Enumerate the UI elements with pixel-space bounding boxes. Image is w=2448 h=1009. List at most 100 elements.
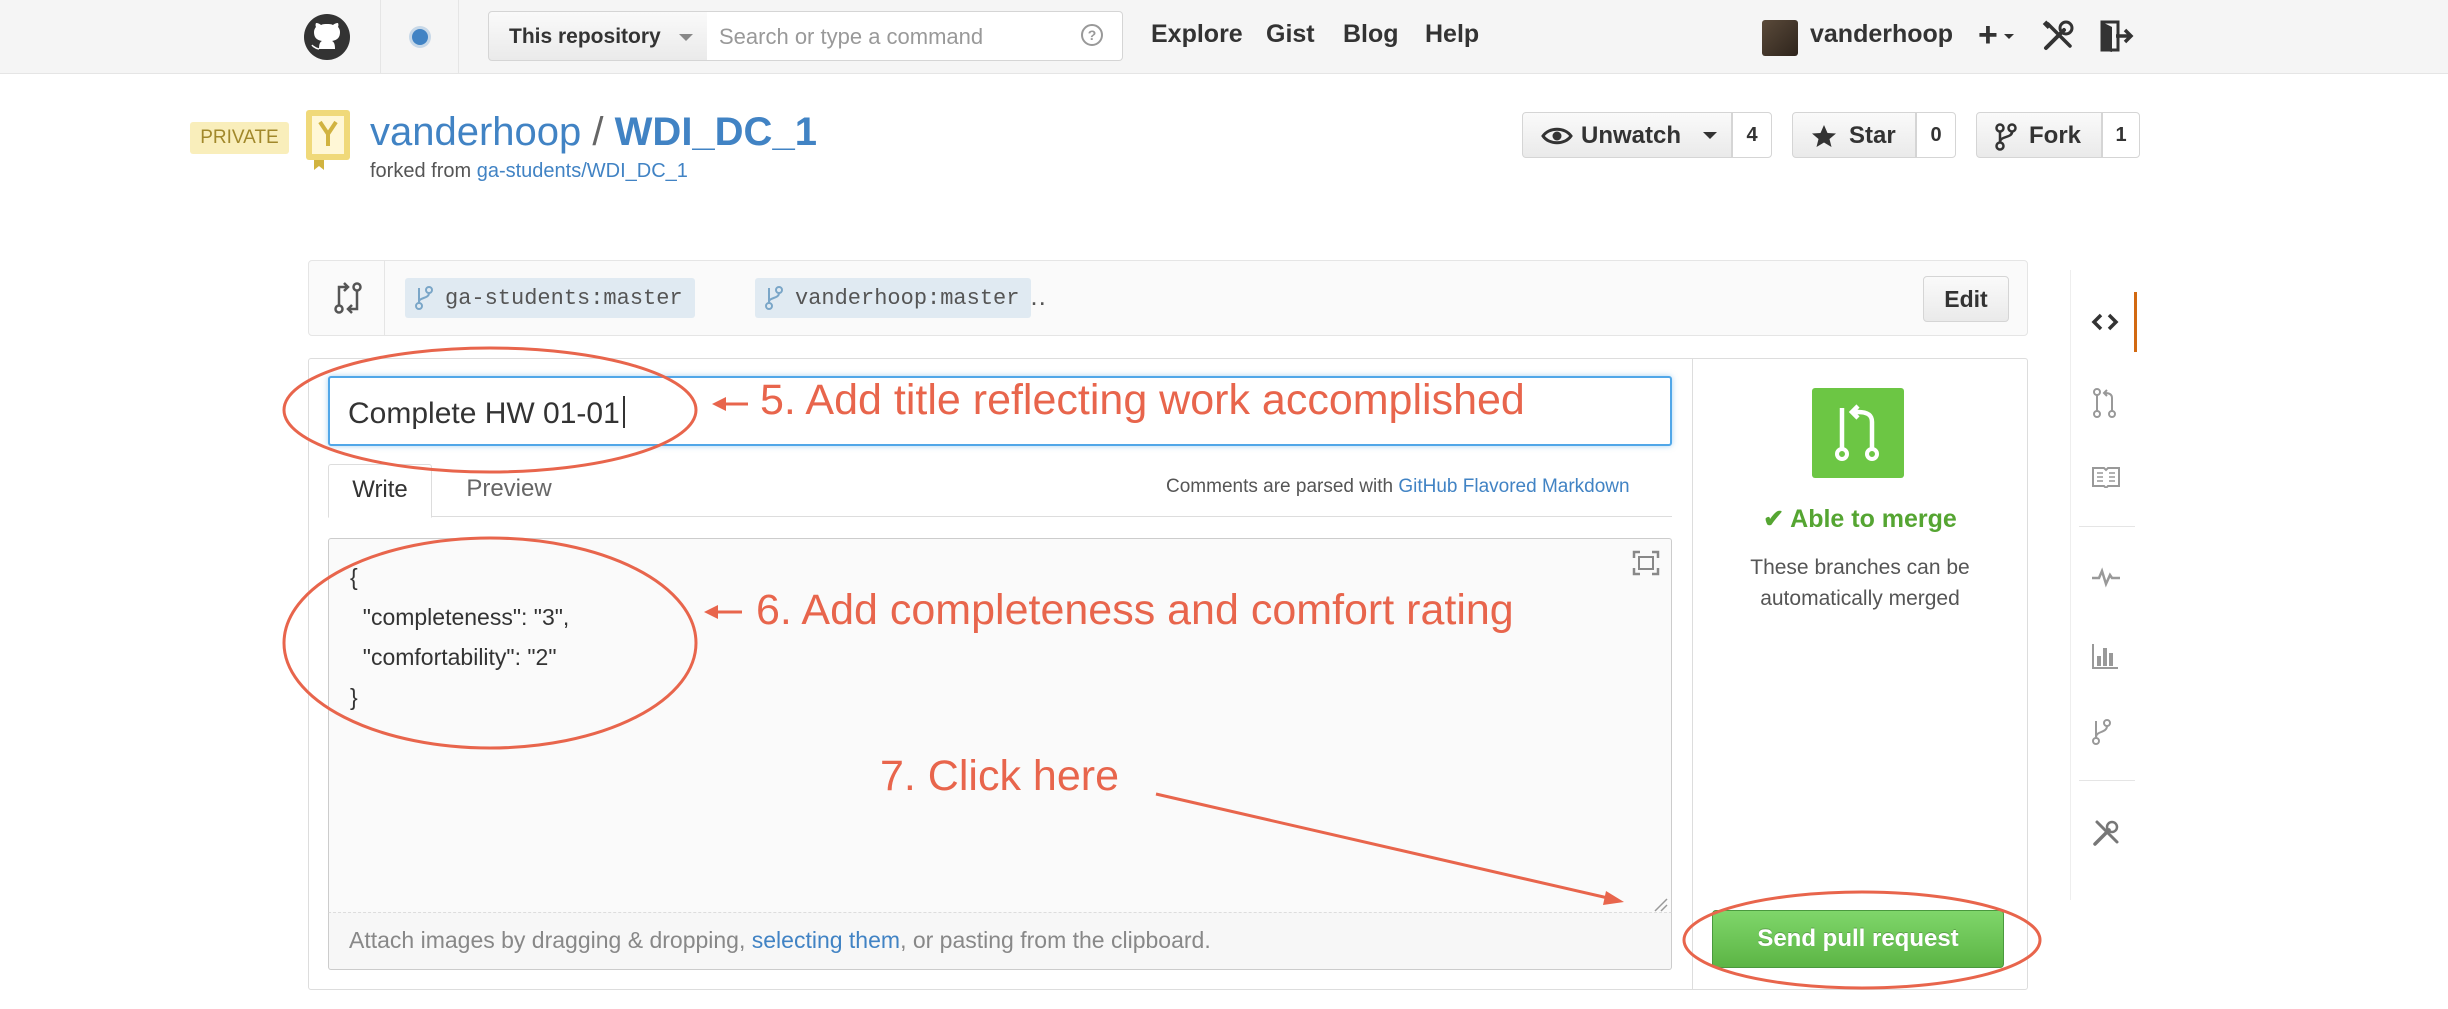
markdown-note-prefix: Comments are parsed with bbox=[1166, 476, 1399, 497]
sidebar-divider bbox=[2079, 780, 2135, 781]
compare-bar: ga-students:master … vanderhoop:master E… bbox=[308, 260, 2028, 336]
annotation-step6: 6. Add completeness and comfort rating bbox=[756, 586, 1514, 634]
repo-forked-icon bbox=[306, 110, 350, 170]
pr-body-line: "completeness": "3", bbox=[350, 604, 570, 630]
page: This repository Search or type a command… bbox=[0, 0, 2448, 1009]
merge-desc-line: These branches can be bbox=[1750, 556, 1970, 579]
fork-button[interactable]: Fork bbox=[1976, 112, 2102, 158]
sidebar-item-settings[interactable] bbox=[2071, 800, 2137, 860]
settings-icon bbox=[2093, 820, 2119, 846]
merge-description: These branches can be automatically merg… bbox=[1692, 552, 2028, 614]
nav-blog[interactable]: Blog bbox=[1343, 20, 1399, 49]
repo-owner-link[interactable]: vanderhoop bbox=[370, 110, 581, 154]
fork-count[interactable]: 1 bbox=[2102, 112, 2140, 158]
nav-gist[interactable]: Gist bbox=[1266, 20, 1315, 49]
attach-prefix: Attach images by dragging & dropping, bbox=[349, 927, 752, 953]
send-pull-request-button[interactable]: Send pull request bbox=[1712, 910, 2004, 968]
merge-status: ✔ Able to merge bbox=[1692, 504, 2028, 534]
branch-icon bbox=[415, 286, 433, 310]
sidebar-item-pulse[interactable] bbox=[2071, 548, 2137, 608]
nav-explore[interactable]: Explore bbox=[1151, 20, 1243, 49]
sidebar-item-network[interactable] bbox=[2071, 700, 2137, 760]
tab-write[interactable]: Write bbox=[328, 464, 432, 518]
code-icon bbox=[2091, 313, 2119, 331]
repo-sidebar bbox=[2070, 270, 2137, 900]
sidebar-item-wiki[interactable] bbox=[2071, 448, 2137, 508]
forked-from-prefix: forked from bbox=[370, 160, 477, 182]
nav-help[interactable]: Help bbox=[1425, 20, 1479, 49]
star-count[interactable]: 0 bbox=[1916, 112, 1956, 158]
github-logo-icon[interactable] bbox=[302, 12, 352, 62]
wiki-icon bbox=[2092, 467, 2120, 488]
annotation-step5: 5. Add title reflecting work accomplishe… bbox=[760, 376, 1525, 424]
merge-status-label: Able to merge bbox=[1790, 505, 1957, 533]
markdown-help-link[interactable]: GitHub Flavored Markdown bbox=[1398, 476, 1629, 497]
base-branch-selector[interactable]: ga-students:master bbox=[405, 278, 695, 318]
sidebar-divider bbox=[2079, 526, 2135, 527]
edit-button[interactable]: Edit bbox=[1923, 276, 2009, 322]
pr-body-line: "comfortability": "2" bbox=[350, 644, 557, 670]
fork-label: Fork bbox=[2029, 122, 2082, 149]
sidebar-item-code[interactable] bbox=[2071, 292, 2137, 352]
base-branch-label: ga-students:master bbox=[445, 286, 683, 311]
head-branch-selector[interactable]: vanderhoop:master bbox=[755, 278, 1032, 318]
search-scope-dropdown[interactable]: This repository bbox=[488, 11, 708, 61]
sign-out-icon[interactable] bbox=[2098, 18, 2134, 54]
notification-dot-icon[interactable] bbox=[412, 29, 428, 45]
compare-toggle[interactable] bbox=[309, 261, 385, 335]
tools-icon[interactable] bbox=[2040, 18, 2076, 54]
star-button[interactable]: Star bbox=[1792, 112, 1916, 158]
plus-icon[interactable]: + bbox=[1978, 18, 1998, 52]
branch-icon bbox=[765, 286, 783, 310]
merge-icon bbox=[1835, 404, 1879, 461]
search-input[interactable]: Search or type a command bbox=[707, 11, 1123, 61]
forked-from: forked from ga-students/WDI_DC_1 bbox=[370, 160, 688, 183]
watch-count[interactable]: 4 bbox=[1732, 112, 1772, 158]
merge-desc-line: automatically merged bbox=[1760, 587, 1960, 610]
pr-title-value: Complete HW 01-01 bbox=[348, 397, 620, 430]
annotation-step7: 7. Click here bbox=[880, 752, 1119, 800]
unwatch-label: Unwatch bbox=[1581, 122, 1682, 149]
star-label: Star bbox=[1849, 122, 1896, 149]
pulse-icon bbox=[2092, 567, 2120, 588]
pr-body-line: } bbox=[350, 684, 358, 710]
fullscreen-icon[interactable] bbox=[1632, 550, 1660, 576]
eye-icon bbox=[1541, 127, 1573, 145]
network-icon bbox=[2092, 719, 2111, 745]
merge-status-box bbox=[1812, 388, 1904, 478]
user-profile-link[interactable]: vanderhoop bbox=[1810, 20, 1953, 49]
sidebar-item-pull-requests[interactable] bbox=[2071, 370, 2137, 430]
header-divider bbox=[458, 0, 459, 74]
pr-body-line: { bbox=[350, 564, 358, 590]
chevron-down-icon bbox=[1703, 132, 1717, 139]
attach-suffix: , or pasting from the clipboard. bbox=[900, 927, 1211, 953]
graphs-icon bbox=[2092, 644, 2118, 669]
select-files-link[interactable]: selecting them bbox=[752, 927, 900, 953]
compare-icon bbox=[334, 282, 362, 314]
star-icon bbox=[1812, 125, 1836, 147]
attach-images-bar[interactable]: Attach images by dragging & dropping, se… bbox=[328, 912, 1672, 970]
text-cursor bbox=[622, 396, 625, 428]
tab-preview[interactable]: Preview bbox=[454, 464, 564, 516]
search-placeholder: Search or type a command bbox=[719, 24, 984, 49]
help-icon[interactable]: ? bbox=[1081, 24, 1103, 46]
check-icon: ✔ bbox=[1763, 505, 1785, 533]
markdown-note: Comments are parsed with GitHub Flavored… bbox=[1166, 476, 1630, 498]
header-divider bbox=[380, 0, 381, 74]
form-divider bbox=[1692, 358, 1693, 990]
avatar[interactable] bbox=[1762, 20, 1798, 56]
fork-source-link[interactable]: ga-students/WDI_DC_1 bbox=[477, 160, 688, 182]
private-badge: PRIVATE bbox=[190, 122, 289, 154]
unwatch-button[interactable]: Unwatch bbox=[1522, 112, 1732, 158]
search-scope-label: This repository bbox=[509, 25, 661, 48]
site-header: This repository Search or type a command… bbox=[0, 0, 2448, 74]
pull-request-icon bbox=[2093, 388, 2116, 418]
resize-handle-icon[interactable] bbox=[1652, 896, 1668, 912]
repo-title-separator: / bbox=[592, 110, 604, 154]
repo-name-link[interactable]: WDI_DC_1 bbox=[615, 110, 817, 154]
tab-underline bbox=[328, 516, 1672, 517]
chevron-down-icon bbox=[2004, 34, 2014, 39]
sidebar-item-graphs[interactable] bbox=[2071, 624, 2137, 684]
fork-icon bbox=[1995, 123, 2017, 151]
repo-title: vanderhoop / WDI_DC_1 bbox=[370, 110, 817, 155]
